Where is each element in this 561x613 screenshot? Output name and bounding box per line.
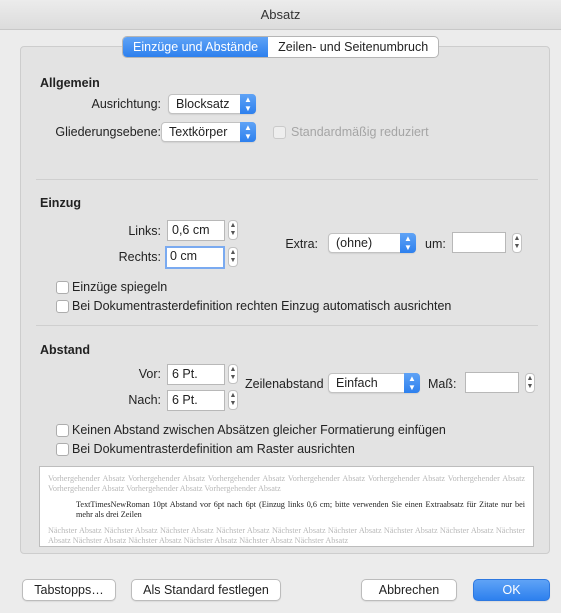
measure-stepper[interactable]: ▲ ▼ — [525, 373, 535, 393]
grid-indent-label: Bei Dokumentrasterdefinition rechten Ein… — [72, 299, 452, 313]
space-before-label: Vor: — [138, 367, 161, 381]
line-spacing-value: Einfach — [336, 376, 378, 390]
collapsed-checkbox[interactable] — [273, 126, 286, 139]
alignment-value: Blocksatz — [176, 97, 230, 111]
set-default-button[interactable]: Als Standard festlegen — [131, 579, 281, 601]
extra-select[interactable]: (ohne) ▲ ▼ — [328, 233, 416, 253]
chevron-updown-icon: ▲ ▼ — [404, 373, 420, 393]
line-spacing-select[interactable]: Einfach ▲ ▼ — [328, 373, 420, 393]
section-divider — [36, 179, 538, 180]
alignment-select[interactable]: Blocksatz ▲ ▼ — [168, 94, 256, 114]
collapsed-label: Standardmäßig reduziert — [291, 125, 429, 139]
by-label: um: — [425, 237, 446, 251]
extra-value: (ohne) — [336, 236, 373, 250]
outline-level-select[interactable]: Textkörper ▲ ▼ — [161, 122, 256, 142]
cancel-button[interactable]: Abbrechen — [361, 579, 457, 601]
grid-indent-checkbox[interactable] — [56, 300, 69, 313]
spacing-heading: Abstand — [40, 343, 90, 357]
preview-current-paragraph: TextTimesNewRoman 10pt Abstand vor 6pt n… — [76, 500, 525, 519]
no-space-checkbox[interactable] — [56, 424, 69, 437]
outline-level-value: Textkörper — [169, 125, 228, 139]
snap-grid-label: Bei Dokumentrasterdefinition am Raster a… — [72, 442, 355, 456]
no-space-label: Keinen Abstand zwischen Absätzen gleiche… — [72, 423, 446, 437]
chevron-updown-icon: ▲ ▼ — [400, 233, 416, 253]
tab-line-page-breaks[interactable]: Zeilen- und Seitenumbruch — [268, 37, 438, 57]
space-before-stepper[interactable]: ▲ ▼ — [228, 364, 238, 384]
ok-button[interactable]: OK — [473, 579, 550, 601]
chevron-updown-icon: ▲ ▼ — [240, 122, 256, 142]
measure-field[interactable] — [465, 372, 519, 393]
measure-label: Maß: — [428, 377, 457, 391]
indent-heading: Einzug — [40, 196, 81, 210]
extra-label: Extra: — [285, 237, 318, 251]
space-after-label: Nach: — [128, 393, 161, 407]
preview-box: Vorhergehender Absatz Vorhergehender Abs… — [39, 466, 534, 547]
indent-left-label: Links: — [128, 224, 161, 238]
tab-bar: Einzüge und Abstände Zeilen- und Seitenu… — [122, 36, 440, 58]
tab-stops-button[interactable]: Tabstopps… — [22, 579, 116, 601]
line-spacing-label: Zeilenabstand — [245, 377, 324, 391]
indent-right-field[interactable]: 0 cm — [165, 246, 225, 269]
mirror-indents-checkbox[interactable] — [56, 281, 69, 294]
space-before-field[interactable]: 6 Pt. — [167, 364, 225, 385]
snap-grid-checkbox[interactable] — [56, 443, 69, 456]
by-stepper[interactable]: ▲ ▼ — [512, 233, 522, 253]
space-after-field[interactable]: 6 Pt. — [167, 390, 225, 411]
preview-previous-paragraph: Vorhergehender Absatz Vorhergehender Abs… — [48, 474, 525, 493]
preview-next-paragraph: Nächster Absatz Nächster Absatz Nächster… — [48, 526, 525, 545]
mirror-indents-label: Einzüge spiegeln — [72, 280, 168, 294]
indent-right-stepper[interactable]: ▲ ▼ — [228, 247, 238, 267]
window-title: Absatz — [0, 0, 561, 30]
by-field[interactable] — [452, 232, 506, 253]
outline-level-label: Gliederungsebene: — [55, 125, 161, 139]
chevron-updown-icon: ▲ ▼ — [240, 94, 256, 114]
general-heading: Allgemein — [40, 76, 100, 90]
tab-indents-spacing[interactable]: Einzüge und Abstände — [123, 37, 269, 57]
space-after-stepper[interactable]: ▲ ▼ — [228, 390, 238, 410]
indent-right-label: Rechts: — [118, 250, 161, 264]
alignment-label: Ausrichtung: — [91, 97, 161, 111]
indent-left-stepper[interactable]: ▲ ▼ — [228, 220, 238, 240]
indent-left-field[interactable]: 0,6 cm — [167, 220, 225, 241]
section-divider — [36, 325, 538, 326]
